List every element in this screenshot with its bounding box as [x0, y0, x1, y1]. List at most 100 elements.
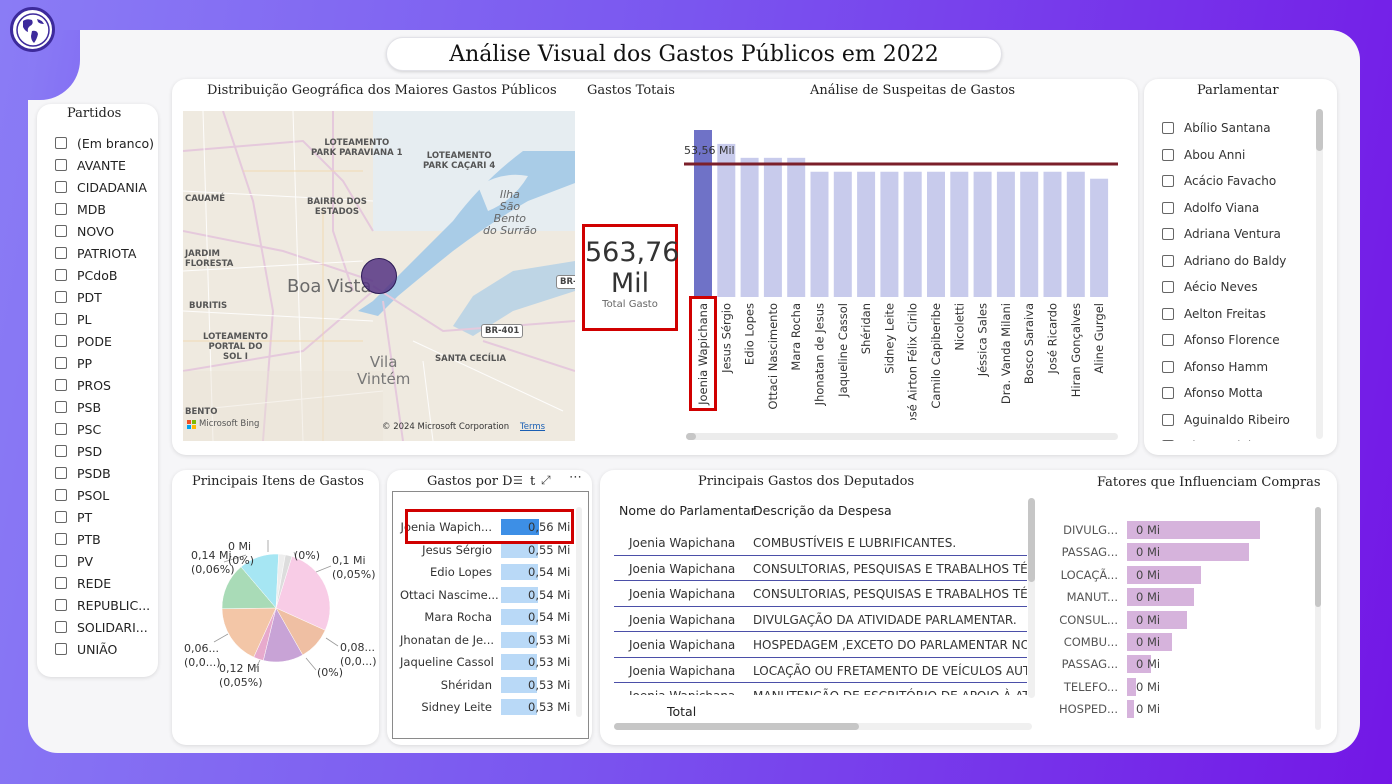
checkbox[interactable] — [55, 247, 67, 259]
parlamentar-item[interactable]: Adriano do Baldy — [1162, 248, 1322, 275]
deputados-hscroll[interactable] — [614, 723, 1032, 730]
checkbox[interactable] — [1162, 413, 1174, 426]
parlamentar-item[interactable]: Airton Faleiro — [1162, 433, 1322, 441]
checkbox[interactable] — [55, 599, 67, 611]
table-row[interactable]: Joenia Wapichana CONSULTORIAS, PESQUISAS … — [614, 581, 1027, 607]
table-row[interactable]: Joenia Wapichana CONSULTORIAS, PESQUISAS … — [614, 556, 1027, 581]
checkbox[interactable] — [55, 489, 67, 501]
checkbox[interactable] — [55, 357, 67, 369]
suspeitas-hscroll[interactable] — [686, 433, 1118, 440]
partido-item[interactable]: PSB — [55, 396, 154, 418]
checkbox[interactable] — [1162, 360, 1174, 373]
checkbox[interactable] — [1162, 281, 1174, 294]
checkbox[interactable] — [55, 401, 67, 413]
parlamentar-item[interactable]: Aécio Neves — [1162, 274, 1322, 301]
parlamentar-scrollbar[interactable] — [1316, 109, 1323, 439]
checkbox[interactable] — [55, 577, 67, 589]
partido-item[interactable]: REDE — [55, 572, 154, 594]
checkbox[interactable] — [1162, 228, 1174, 241]
deputados-vscroll[interactable] — [1028, 498, 1035, 698]
checkbox[interactable] — [1162, 122, 1174, 135]
parlamentar-item[interactable]: Afonso Motta — [1162, 380, 1322, 407]
fatores-scrollbar-thumb[interactable] — [1315, 507, 1321, 607]
table-row[interactable]: Joenia Wapichana COMBUSTÍVEIS E LUBRIFICA… — [614, 530, 1027, 556]
partido-item[interactable]: PSDB — [55, 462, 154, 484]
checkbox[interactable] — [55, 379, 67, 391]
parlamentar-item[interactable]: Acácio Favacho — [1162, 168, 1322, 195]
fatores-scrollbar[interactable] — [1315, 507, 1321, 730]
partido-item[interactable]: PCdoB — [55, 264, 154, 286]
checkbox[interactable] — [55, 269, 67, 281]
partido-item[interactable]: PROS — [55, 374, 154, 396]
deputados-vscroll-thumb[interactable] — [1028, 498, 1035, 582]
partido-item[interactable]: (Em branco) — [55, 132, 154, 154]
partido-item[interactable]: MDB — [55, 198, 154, 220]
deputados-hscroll-thumb[interactable] — [614, 723, 859, 730]
more-options-icon[interactable]: ⋯ — [569, 470, 582, 485]
parlamentar-item[interactable]: Afonso Hamm — [1162, 354, 1322, 381]
table-row[interactable]: Joenia Wapichana LOCAÇÃO OU FRETAMENTO DE… — [614, 658, 1027, 683]
checkbox[interactable] — [55, 203, 67, 215]
deputados-header-nome[interactable]: Nome do Parlamentar — [619, 503, 756, 518]
checkbox[interactable] — [1162, 440, 1174, 441]
partido-item[interactable]: REPUBLIC... — [55, 594, 154, 616]
checkbox[interactable] — [55, 423, 67, 435]
partido-item[interactable]: PODE — [55, 330, 154, 352]
map-terms-link[interactable]: Terms — [520, 422, 545, 432]
checkbox[interactable] — [55, 511, 67, 523]
filter-icon[interactable]: ☰ — [513, 474, 523, 487]
checkbox[interactable] — [1162, 148, 1174, 161]
parlamentar-item[interactable]: Aelton Freitas — [1162, 301, 1322, 328]
checkbox[interactable] — [55, 445, 67, 457]
partido-item[interactable]: SOLIDARI... — [55, 616, 154, 638]
deputados-header-desc[interactable]: Descrição da Despesa — [753, 503, 892, 518]
parlamentar-item[interactable]: Adriana Ventura — [1162, 221, 1322, 248]
map-bubble[interactable] — [361, 258, 397, 294]
checkbox[interactable] — [1162, 201, 1174, 214]
checkbox[interactable] — [55, 291, 67, 303]
partido-item[interactable]: PP — [55, 352, 154, 374]
partido-item[interactable]: PATRIOTA — [55, 242, 154, 264]
checkbox[interactable] — [55, 181, 67, 193]
partido-item[interactable]: CIDADANIA — [55, 176, 154, 198]
table-row[interactable]: Joenia Wapichana MANUTENÇÃO DE ESCRITÓRIO… — [614, 683, 1027, 695]
table-row[interactable]: Joenia Wapichana DIVULGAÇÃO DA ATIVIDADE … — [614, 607, 1027, 632]
checkbox[interactable] — [1162, 334, 1174, 347]
partido-item[interactable]: PV — [55, 550, 154, 572]
checkbox[interactable] — [55, 533, 67, 545]
partido-item[interactable]: PTB — [55, 528, 154, 550]
gastos-por-scrollbar[interactable] — [576, 507, 582, 717]
partido-item[interactable]: PSD — [55, 440, 154, 462]
partido-item[interactable]: UNIÃO — [55, 638, 154, 660]
parlamentar-scrollbar-thumb[interactable] — [1316, 109, 1323, 151]
parlamentar-item[interactable]: Abílio Santana — [1162, 115, 1322, 142]
parlamentar-item[interactable]: Afonso Florence — [1162, 327, 1322, 354]
checkbox[interactable] — [55, 313, 67, 325]
checkbox[interactable] — [55, 643, 67, 655]
parlamentar-item[interactable]: Adolfo Viana — [1162, 195, 1322, 222]
checkbox[interactable] — [55, 159, 67, 171]
checkbox[interactable] — [55, 467, 67, 479]
partido-item[interactable]: PT — [55, 506, 154, 528]
partido-item[interactable]: PL — [55, 308, 154, 330]
fatores-bar[interactable] — [1127, 677, 1137, 696]
partido-item[interactable]: PSOL — [55, 484, 154, 506]
checkbox[interactable] — [1162, 254, 1174, 267]
checkbox[interactable] — [1162, 175, 1174, 188]
fatores-bar[interactable] — [1127, 700, 1134, 719]
checkbox[interactable] — [55, 137, 67, 149]
partido-item[interactable]: PSC — [55, 418, 154, 440]
geo-map[interactable]: LOTEAMENTO PARK PARAVIANA 1 LOTEAMENTO P… — [183, 111, 575, 441]
checkbox[interactable] — [55, 555, 67, 567]
partido-item[interactable]: PDT — [55, 286, 154, 308]
checkbox[interactable] — [55, 225, 67, 237]
parlamentar-item[interactable]: Abou Anni — [1162, 142, 1322, 169]
suspeitas-hscroll-thumb[interactable] — [686, 433, 696, 440]
table-row[interactable]: Joenia Wapichana HOSPEDAGEM ,EXCETO DO PA… — [614, 632, 1027, 658]
partido-item[interactable]: NOVO — [55, 220, 154, 242]
checkbox[interactable] — [1162, 307, 1174, 320]
parlamentar-item[interactable]: Aguinaldo Ribeiro — [1162, 407, 1322, 434]
focus-mode-icon[interactable]: ⤢ — [541, 473, 551, 488]
checkbox[interactable] — [55, 335, 67, 347]
checkbox[interactable] — [1162, 387, 1174, 400]
